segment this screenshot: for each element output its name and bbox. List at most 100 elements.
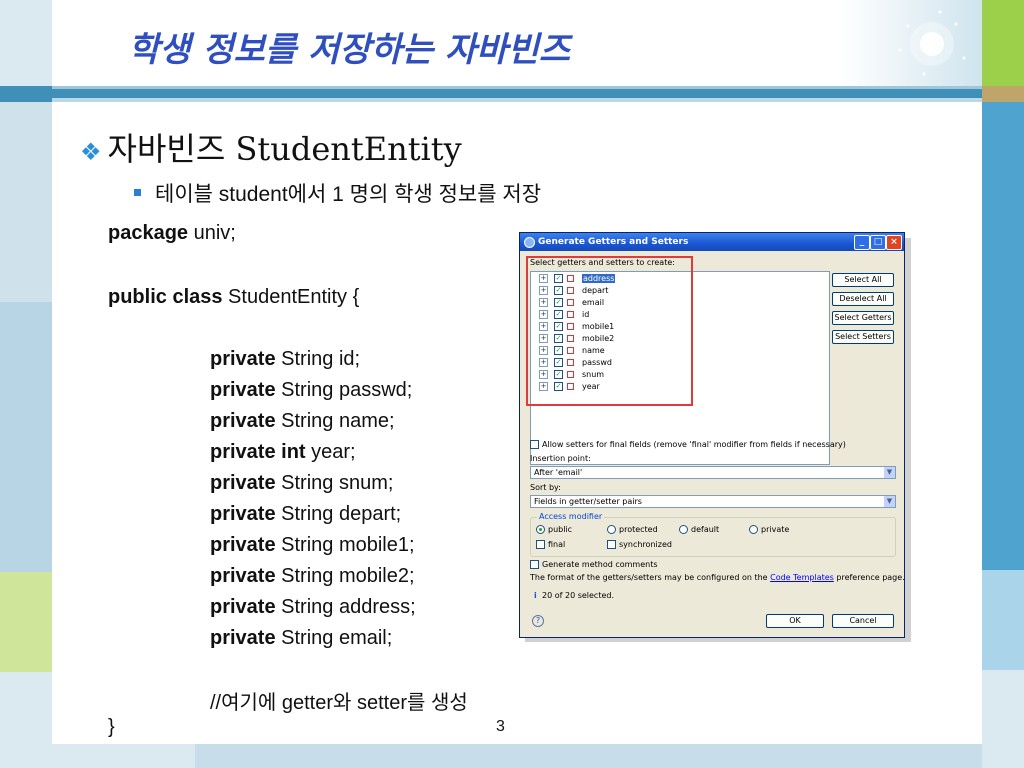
synchronized-checkbox[interactable]	[607, 540, 616, 549]
footer-band-inner	[195, 744, 982, 768]
default-radio[interactable]	[679, 525, 688, 534]
select-all-button[interactable]: Select All	[832, 273, 894, 287]
keyword: private int	[210, 441, 306, 463]
public-label: public	[548, 525, 573, 534]
code-text: year;	[305, 441, 356, 463]
code-text: String mobile2;	[275, 565, 415, 587]
sort-by-label: Sort by:	[530, 483, 561, 492]
synchronized-option[interactable]: synchronized	[607, 540, 672, 549]
access-modifier-label: Access modifier	[537, 512, 605, 521]
select-getters-button[interactable]: Select Getters	[832, 311, 894, 325]
keyword: private	[210, 596, 276, 618]
dialog-titlebar[interactable]: Generate Getters and Setters _ □ ×	[520, 233, 904, 251]
header-band-line	[52, 86, 982, 89]
keyword: package	[108, 222, 189, 244]
generate-comments-label: Generate method comments	[542, 560, 658, 569]
chevron-down-icon[interactable]: ▼	[884, 467, 895, 478]
code-text: StudentEntity {	[222, 286, 360, 308]
code-templates-link[interactable]: Code Templates	[770, 573, 834, 582]
keyword: private	[210, 565, 276, 587]
generate-comments-checkbox[interactable]	[530, 560, 539, 569]
protected-option[interactable]: protected	[607, 525, 658, 534]
sort-by-select[interactable]: Fields in getter/setter pairs ▼	[530, 495, 896, 508]
private-radio[interactable]	[749, 525, 758, 534]
ok-button[interactable]: OK	[766, 614, 824, 628]
code-line-field: private int year;	[210, 441, 356, 464]
code-text: univ;	[188, 222, 236, 244]
code-text: String address;	[275, 596, 416, 618]
public-radio[interactable]	[536, 525, 545, 534]
code-text: String depart;	[275, 503, 402, 525]
code-line-field: private String email;	[210, 627, 392, 650]
code-line-field: private String passwd;	[210, 379, 412, 402]
code-text: String passwd;	[275, 379, 413, 401]
code-line-package: package univ;	[108, 222, 236, 245]
left-decorative-strip	[0, 0, 52, 768]
keyword: private	[210, 472, 276, 494]
keyword: private	[210, 503, 276, 525]
slide-title: 학생 정보를 저장하는 자바빈즈	[128, 30, 571, 70]
page-number: 3	[496, 718, 505, 735]
keyword: private	[210, 627, 276, 649]
square-bullet-icon	[134, 189, 141, 196]
selection-count: 20 of 20 selected.	[542, 591, 615, 600]
maximize-button[interactable]: □	[870, 235, 886, 250]
close-button[interactable]: ×	[886, 235, 902, 250]
keyword: private	[210, 348, 276, 370]
private-option[interactable]: private	[749, 525, 789, 534]
public-option[interactable]: public	[536, 525, 572, 534]
final-option[interactable]: final	[536, 540, 565, 549]
deselect-all-button[interactable]: Deselect All	[832, 292, 894, 306]
generate-getters-setters-dialog: Generate Getters and Setters _ □ × Selec…	[519, 232, 905, 638]
minimize-button[interactable]: _	[854, 235, 870, 250]
protected-radio[interactable]	[607, 525, 616, 534]
keyword: private	[210, 379, 276, 401]
code-line-field: private String name;	[210, 410, 395, 433]
code-line-field: private String mobile2;	[210, 565, 415, 588]
info-icon: i	[534, 591, 537, 600]
insertion-point-select[interactable]: After 'email' ▼	[530, 466, 896, 479]
format-info: The format of the getters/setters may be…	[530, 573, 905, 582]
format-text-end: preference page.	[836, 573, 905, 582]
header-band-light	[52, 98, 982, 102]
insertion-point-value: After 'email'	[534, 468, 583, 477]
code-line-field: private String id;	[210, 348, 360, 371]
bullet-level1-text: 자바빈즈 StudentEntity	[107, 130, 462, 168]
keyword: private	[210, 410, 276, 432]
cancel-button[interactable]: Cancel	[832, 614, 894, 628]
chevron-down-icon[interactable]: ▼	[884, 496, 895, 507]
diamond-bullet-icon: ❖	[80, 138, 102, 166]
insertion-point-label: Insertion point:	[530, 454, 591, 463]
code-line-field: private String depart;	[210, 503, 401, 526]
final-label: final	[548, 540, 566, 549]
allow-setters-option[interactable]: Allow setters for final fields (remove '…	[530, 440, 846, 449]
right-decorative-strip	[982, 0, 1024, 768]
highlight-box	[526, 256, 693, 406]
select-setters-button[interactable]: Select Setters	[832, 330, 894, 344]
code-line-comment: //여기에 getter와 setter를 생성	[210, 692, 468, 714]
help-icon[interactable]: ?	[532, 615, 544, 627]
code-line-field: private String snum;	[210, 472, 393, 495]
allow-setters-checkbox[interactable]	[530, 440, 539, 449]
code-text: String email;	[275, 627, 393, 649]
code-line-field: private String mobile1;	[210, 534, 415, 557]
dialog-title: Generate Getters and Setters	[538, 237, 689, 247]
bullet-level2-text: 테이블 student에서 1 명의 학생 정보를 저장	[155, 183, 542, 206]
private-label: private	[761, 525, 790, 534]
allow-setters-label: Allow setters for final fields (remove '…	[542, 440, 846, 449]
access-modifier-group: Access modifier public protected default…	[530, 512, 896, 557]
final-checkbox[interactable]	[536, 540, 545, 549]
code-text: String name;	[275, 410, 395, 432]
eclipse-icon	[524, 237, 535, 248]
sort-by-value: Fields in getter/setter pairs	[534, 497, 642, 506]
sparkle-decoration	[840, 0, 982, 86]
keyword: public class	[108, 286, 223, 308]
bullet-level2: 테이블 student에서 1 명의 학생 정보를 저장	[134, 178, 541, 208]
keyword: private	[210, 534, 276, 556]
code-line-field: private String address;	[210, 596, 416, 619]
code-line-class: public class StudentEntity {	[108, 286, 359, 309]
selection-status: i 20 of 20 selected.	[534, 591, 614, 600]
default-option[interactable]: default	[679, 525, 719, 534]
synchronized-label: synchronized	[619, 540, 672, 549]
generate-comments-option[interactable]: Generate method comments	[530, 560, 658, 569]
